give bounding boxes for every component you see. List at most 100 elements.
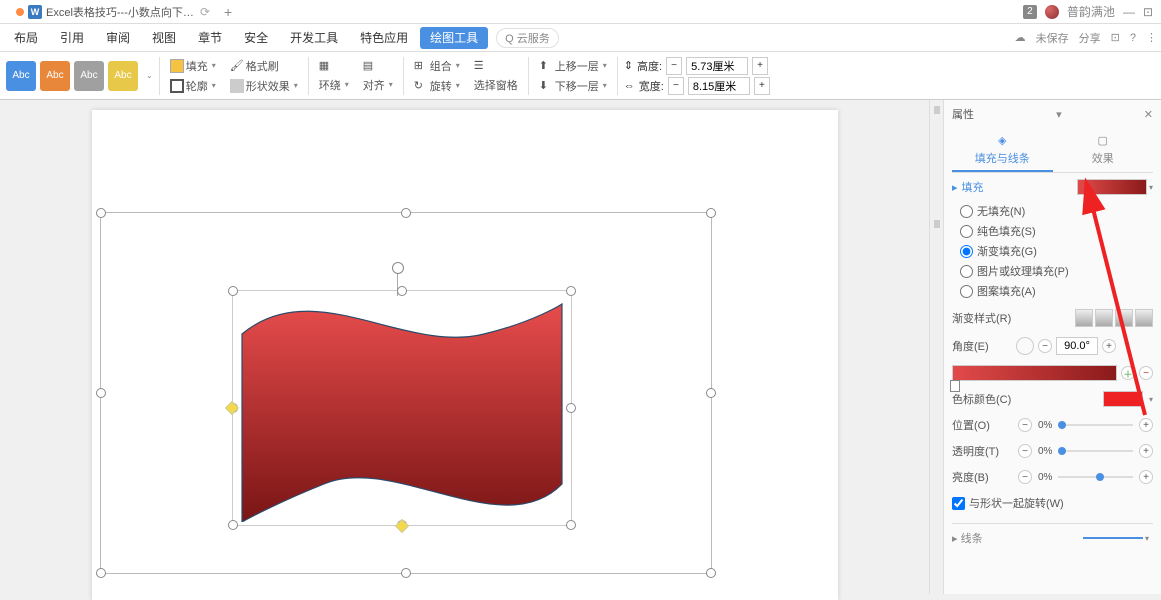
style-sample-2[interactable]: Abc — [40, 61, 70, 91]
add-tab-button[interactable]: + — [218, 4, 238, 20]
panel-close-button[interactable]: ✕ — [1144, 108, 1153, 121]
handle-se[interactable] — [706, 568, 716, 578]
brightness-minus[interactable]: − — [1018, 470, 1032, 484]
gutter-handle-1[interactable] — [934, 106, 940, 114]
fill-swatch-dropdown[interactable]: ▾ — [1149, 183, 1153, 192]
gutter-handle-2[interactable] — [934, 220, 940, 228]
grad-style-1[interactable] — [1075, 309, 1093, 327]
document-tab[interactable]: W Excel表格技巧---小数点向下取整 ⟳ — [8, 0, 218, 23]
tab-fill-and-line[interactable]: ◈ 填充与线条 — [952, 130, 1053, 172]
gradient-stop-1[interactable] — [950, 380, 960, 392]
gradient-bar[interactable] — [952, 365, 1117, 381]
angle-label: 角度(E) — [952, 338, 1012, 354]
cloud-search-input[interactable]: Q 云服务 — [496, 28, 559, 48]
transparency-minus[interactable]: − — [1018, 444, 1032, 458]
brightness-plus[interactable]: + — [1139, 470, 1153, 484]
stop-color-dropdown[interactable]: ▾ — [1149, 395, 1153, 404]
radio-picture-fill[interactable]: 图片或纹理填充(P) — [960, 263, 1153, 279]
transparency-slider[interactable] — [1058, 450, 1133, 452]
shape-style-gallery[interactable]: Abc Abc Abc Abc — [6, 61, 138, 91]
radio-no-fill[interactable]: 无填充(N) — [960, 203, 1153, 219]
line-preview[interactable]: ▾ — [1083, 531, 1153, 545]
help-icon[interactable]: ? — [1130, 32, 1136, 44]
angle-dial[interactable] — [1016, 337, 1034, 355]
grad-style-4[interactable] — [1135, 309, 1153, 327]
rotation-handle[interactable] — [392, 262, 404, 274]
group-button[interactable]: ⊞组合▾ — [410, 57, 464, 75]
menu-view[interactable]: 视图 — [142, 24, 186, 51]
move-down-button[interactable]: ⬇下移一层▾ — [535, 77, 611, 95]
close-tab-icon[interactable] — [16, 8, 24, 16]
brightness-slider[interactable] — [1058, 476, 1133, 478]
canvas-area[interactable] — [0, 100, 929, 594]
share-button[interactable]: 分享 — [1079, 30, 1101, 46]
style-sample-1[interactable]: Abc — [6, 61, 36, 91]
rotate-button[interactable]: ↻旋转▾ — [410, 77, 464, 95]
align-button[interactable]: ▤ — [359, 58, 397, 74]
menu-drawing-tools[interactable]: 绘图工具 — [420, 27, 488, 49]
feedback-icon[interactable]: ⊡ — [1111, 31, 1120, 44]
minimize-button[interactable]: — — [1123, 5, 1135, 19]
move-up-button[interactable]: ⬆上移一层▾ — [535, 57, 611, 75]
fill-preview-swatch[interactable] — [1077, 179, 1147, 195]
height-input[interactable] — [686, 57, 748, 75]
menu-devtools[interactable]: 开发工具 — [280, 24, 348, 51]
menu-security[interactable]: 安全 — [234, 24, 278, 51]
fill-section-toggle[interactable]: ▸ 填充 — [952, 179, 984, 195]
menu-featured[interactable]: 特色应用 — [350, 24, 418, 51]
style-gallery-more[interactable]: ⌄ — [146, 71, 153, 80]
notification-badge[interactable]: 2 — [1023, 5, 1037, 19]
maximize-button[interactable]: ⊡ — [1143, 5, 1153, 19]
wave-shape[interactable] — [234, 294, 570, 522]
page-canvas[interactable] — [92, 110, 838, 600]
width-input[interactable] — [688, 77, 750, 95]
handle-w[interactable] — [96, 388, 106, 398]
menu-reference[interactable]: 引用 — [50, 24, 94, 51]
outline-button[interactable]: 轮廓▾ — [166, 77, 220, 95]
radio-gradient-fill[interactable]: 渐变填充(G) — [960, 243, 1153, 259]
handle-ne[interactable] — [706, 208, 716, 218]
grad-style-2[interactable] — [1095, 309, 1113, 327]
menu-layout[interactable]: 布局 — [4, 24, 48, 51]
line-section-toggle[interactable]: ▸ 线条 — [952, 530, 983, 546]
handle-nw[interactable] — [96, 208, 106, 218]
angle-plus[interactable]: + — [1102, 339, 1116, 353]
tab-title: Excel表格技巧---小数点向下取整 — [46, 4, 196, 20]
menu-review[interactable]: 审阅 — [96, 24, 140, 51]
height-minus[interactable]: − — [666, 57, 682, 75]
position-slider[interactable] — [1058, 424, 1133, 426]
handle-sw[interactable] — [96, 568, 106, 578]
height-plus[interactable]: + — [752, 57, 768, 75]
up-icon: ⬆ — [539, 59, 553, 73]
width-plus[interactable]: + — [754, 77, 770, 95]
remove-stop-button[interactable]: − — [1139, 366, 1153, 380]
cloud-save-icon[interactable]: ☁ — [1015, 31, 1026, 44]
grad-style-3[interactable] — [1115, 309, 1133, 327]
wrap-button[interactable]: ▦ — [315, 58, 353, 74]
radio-pattern-fill[interactable]: 图案填充(A) — [960, 283, 1153, 299]
radio-solid-fill[interactable]: 纯色填充(S) — [960, 223, 1153, 239]
more-icon[interactable]: ⋮ — [1146, 31, 1157, 44]
angle-input[interactable] — [1056, 337, 1098, 355]
handle-e[interactable] — [706, 388, 716, 398]
tab-effects[interactable]: ▢ 效果 — [1053, 130, 1154, 172]
shape-effects-button[interactable]: 形状效果▾ — [226, 77, 302, 95]
menu-bar: 布局 引用 审阅 视图 章节 安全 开发工具 特色应用 绘图工具 Q 云服务 ☁… — [0, 24, 1161, 52]
handle-s[interactable] — [401, 568, 411, 578]
handle-n[interactable] — [401, 208, 411, 218]
format-painter-button[interactable]: 🖌格式刷 — [226, 57, 302, 75]
position-minus[interactable]: − — [1018, 418, 1032, 432]
position-plus[interactable]: + — [1139, 418, 1153, 432]
menu-chapter[interactable]: 章节 — [188, 24, 232, 51]
add-stop-button[interactable]: ＋ — [1121, 366, 1135, 380]
transparency-plus[interactable]: + — [1139, 444, 1153, 458]
selection-pane-button[interactable]: ☰ — [470, 58, 522, 74]
stop-color-swatch[interactable] — [1103, 391, 1143, 407]
width-minus[interactable]: − — [668, 77, 684, 95]
fill-button[interactable]: 填充▾ — [166, 57, 220, 75]
avatar[interactable] — [1045, 5, 1059, 19]
style-sample-3[interactable]: Abc — [74, 61, 104, 91]
rotate-with-shape-checkbox[interactable]: 与形状一起旋转(W) — [952, 495, 1153, 511]
style-sample-4[interactable]: Abc — [108, 61, 138, 91]
angle-minus[interactable]: − — [1038, 339, 1052, 353]
